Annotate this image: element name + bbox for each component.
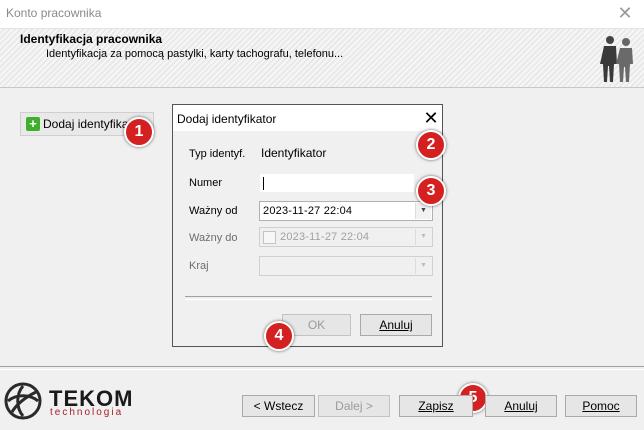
type-label: Typ identyf.: [189, 148, 246, 160]
valid-to-datepicker: 2023-11-27 22:04 ▼: [259, 227, 433, 247]
help-button[interactable]: Pomoc: [565, 395, 637, 417]
add-icon: +: [26, 117, 40, 131]
tekom-logo-icon: [4, 382, 42, 420]
next-button: Dalej >: [318, 395, 390, 417]
dialog-titlebar: Dodaj identyfikator ✕: [173, 105, 442, 131]
dialog-cancel-label: Anuluj: [379, 318, 413, 332]
callout-badge: 1: [124, 117, 154, 147]
valid-to-checkbox[interactable]: [263, 231, 276, 244]
number-input[interactable]: [259, 173, 415, 193]
chevron-down-icon: ▼: [415, 229, 431, 245]
wizard-header: Identyfikacja pracownika Identyfikacja z…: [0, 29, 644, 88]
chevron-down-icon: ▼: [415, 258, 431, 274]
callout-badge: 3: [416, 176, 446, 206]
window-title: Konto pracownika: [6, 6, 102, 20]
country-label: Kraj: [189, 260, 209, 272]
header-subtitle: Identyfikacja za pomocą pastylki, karty …: [46, 48, 344, 60]
dialog-title: Dodaj identyfikator: [177, 112, 277, 126]
valid-from-value: 2023-11-27 22:04: [263, 205, 353, 217]
people-icon: [600, 36, 633, 82]
text-caret: [263, 177, 264, 190]
callout-badge: 2: [416, 130, 446, 160]
save-button[interactable]: Zapisz: [399, 395, 473, 417]
header-title: Identyfikacja pracownika: [20, 32, 163, 46]
dialog-divider: [185, 296, 432, 300]
back-button[interactable]: < Wstecz: [242, 395, 315, 417]
valid-to-label: Ważny do: [189, 232, 238, 244]
number-label: Numer: [189, 177, 223, 189]
dialog-close-icon[interactable]: ✕: [421, 107, 441, 129]
window-titlebar: Konto pracownika ✕: [0, 0, 644, 29]
save-label: Zapisz: [418, 399, 454, 413]
footer-divider: [0, 366, 644, 370]
country-select: ▼: [259, 256, 433, 276]
cancel-label: Anuluj: [504, 399, 538, 413]
dialog-cancel-button[interactable]: Anuluj: [360, 314, 432, 336]
add-identifier-dialog: Dodaj identyfikator ✕ Typ identyf. Ident…: [172, 104, 443, 347]
logo-subtitle: technologia: [50, 407, 124, 418]
help-label: Pomoc: [582, 399, 620, 413]
type-value[interactable]: Identyfikator: [261, 146, 326, 160]
valid-to-value: 2023-11-27 22:04: [280, 231, 370, 243]
callout-badge: 4: [264, 321, 294, 351]
cancel-button[interactable]: Anuluj: [485, 395, 557, 417]
valid-from-datepicker[interactable]: 2023-11-27 22:04 ▼: [259, 201, 433, 221]
window-close-icon[interactable]: ✕: [612, 1, 638, 25]
valid-from-label: Ważny od: [189, 205, 238, 217]
